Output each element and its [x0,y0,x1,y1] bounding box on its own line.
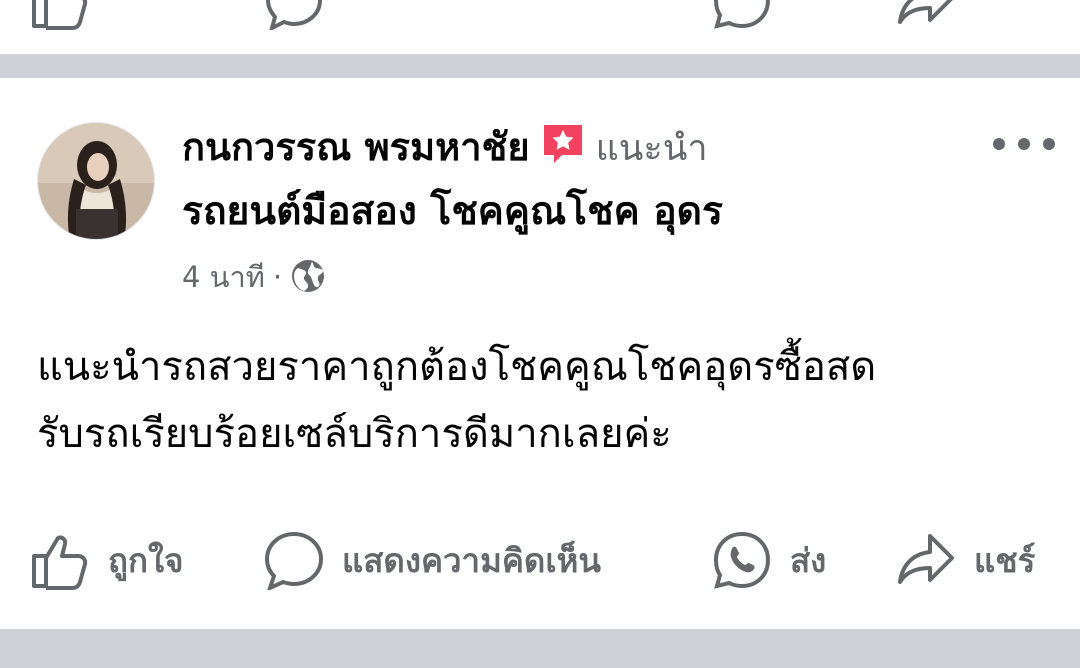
comment-icon [264,531,324,590]
post-text: แนะนำรถสวยราคาถูกต้องโชคคูณโชคอุดรซื้อสด… [37,334,1047,468]
feed-divider [0,629,1080,668]
like-icon[interactable] [30,0,90,30]
more-icon [993,138,1055,150]
meta-separator: · [272,260,283,294]
previous-post-actions [0,0,1080,54]
recommends-label: แนะนำ [595,128,708,169]
whatsapp-icon[interactable] [712,0,772,30]
author-name[interactable]: กนกวรรณ พรมหาชัย [182,125,530,169]
like-label: ถูกใจ [108,540,184,580]
like-button[interactable]: ถูกใจ [30,522,183,598]
recommended-page-name[interactable]: รถยนต์มือสอง โชคคูณโชค อุดร [182,183,942,241]
send-whatsapp-button[interactable]: ส่ง [712,522,826,598]
post-meta: 4 นาที · [182,254,326,300]
share-icon [898,534,954,584]
whatsapp-icon [713,531,771,589]
post-author-line: กนกวรรณ พรมหาชัย แนะนำ [182,118,962,176]
recommend-star-icon [540,121,586,167]
feed-divider [0,54,1080,78]
avatar[interactable] [37,122,155,240]
globe-icon [290,258,326,294]
share-label: แชร์ [974,540,1036,580]
more-options-button[interactable] [984,124,1064,164]
avatar-photo [38,123,154,239]
comment-button[interactable]: แสดงความคิดเห็น [264,522,601,598]
comment-label: แสดงความคิดเห็น [342,540,601,580]
share-button[interactable]: แชร์ [896,522,1035,598]
comment-icon[interactable] [264,0,324,30]
post-text-line: รับรถเรียบร้อยเซล์บริการดีมากเลยค่ะ [37,411,672,457]
post-actions-bar: ถูกใจ แสดงความคิดเห็น ส่ง แชร์ [0,522,1080,598]
like-icon [32,535,88,590]
post-text-line: แนะนำรถสวยราคาถูกต้องโชคคูณโชคอุดรซื้อสด [37,344,877,390]
send-label: ส่ง [790,540,827,580]
post-timestamp[interactable]: 4 นาที [182,260,265,294]
share-icon[interactable] [896,0,956,30]
